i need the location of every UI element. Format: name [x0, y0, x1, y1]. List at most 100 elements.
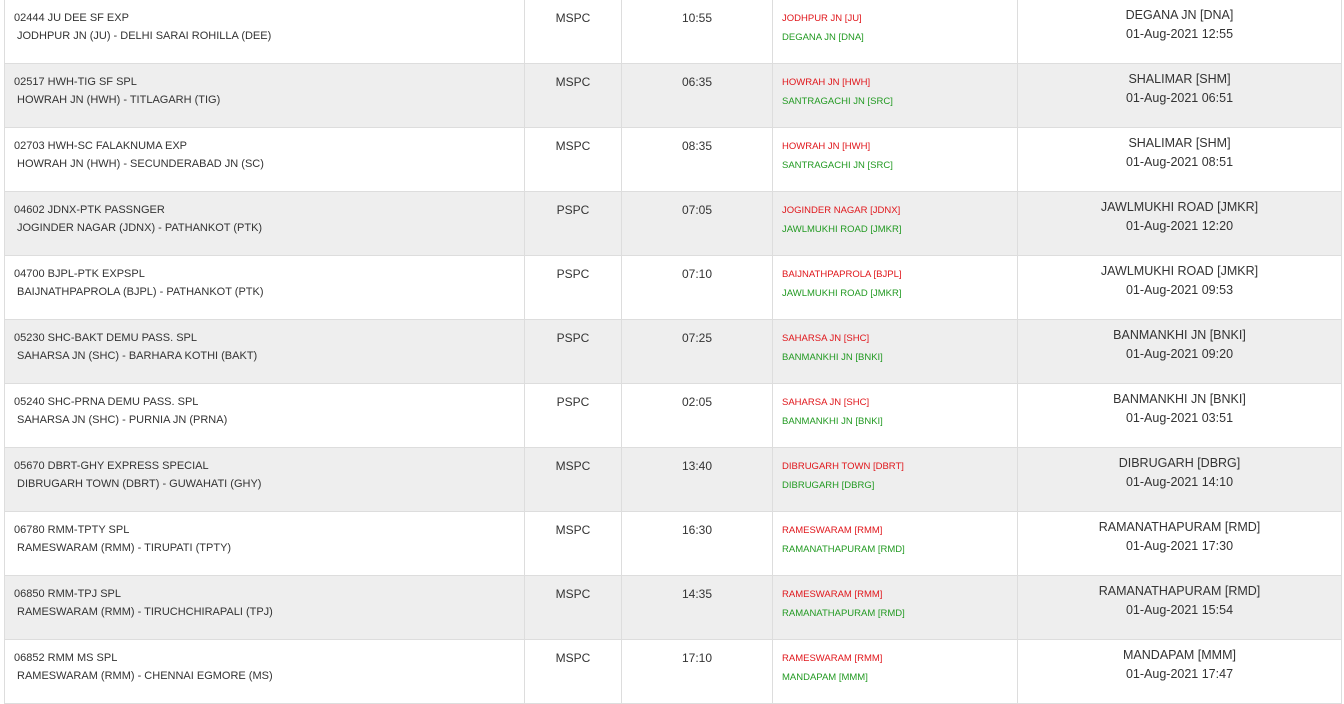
arrival-datetime: 01-Aug-2021 17:47 — [1125, 667, 1234, 681]
destination-station: BANMANKHI JN [BNKI] — [1113, 328, 1246, 342]
to-station: JAWLMUKHI ROAD [JMKR] — [782, 224, 902, 235]
from-station: JOGINDER NAGAR [JDNX] — [782, 205, 901, 216]
from-station: SAHARSA JN [SHC] — [782, 397, 870, 408]
table-row[interactable]: 04602 JDNX-PTK PASSNGER JOGINDER NAGAR (… — [4, 191, 1342, 256]
stations-cell: RAMESWARAM [RMM] MANDAPAM [MMM] — [772, 639, 1018, 704]
train-type: PSPC — [524, 319, 622, 384]
train-type: PSPC — [524, 191, 622, 256]
destination-cell: DEGANA JN [DNA] 01-Aug-2021 12:55 — [1017, 0, 1342, 64]
departure-time: 06:35 — [621, 63, 773, 128]
train-type: MSPC — [524, 639, 622, 704]
from-station: HOWRAH JN [HWH] — [782, 141, 871, 152]
train-name[interactable]: 04700 BJPL-PTK EXPSPL — [14, 265, 524, 283]
table-row[interactable]: 05230 SHC-BAKT DEMU PASS. SPL SAHARSA JN… — [4, 319, 1342, 384]
table-row[interactable]: 06852 RMM MS SPL RAMESWARAM (RMM) - CHEN… — [4, 639, 1342, 704]
train-route: SAHARSA JN (SHC) - BARHARA KOTHI (BAKT) — [17, 350, 258, 362]
to-station: DEGANA JN [DNA] — [782, 32, 864, 43]
destination-station: RAMANATHAPURAM [RMD] — [1098, 584, 1261, 598]
stations-cell: SAHARSA JN [SHC] BANMANKHI JN [BNKI] — [772, 383, 1018, 448]
train-type: MSPC — [524, 63, 622, 128]
stations-cell: BAIJNATHPAPROLA [BJPL] JAWLMUKHI ROAD [J… — [772, 255, 1018, 320]
train-route: SAHARSA JN (SHC) - PURNIA JN (PRNA) — [17, 414, 228, 426]
from-station: DIBRUGARH TOWN [DBRT] — [782, 461, 904, 472]
train-table-body: 02444 JU DEE SF EXP JODHPUR JN (JU) - DE… — [4, 0, 1342, 704]
train-route: DIBRUGARH TOWN (DBRT) - GUWAHATI (GHY) — [17, 478, 262, 490]
train-name[interactable]: 04602 JDNX-PTK PASSNGER — [14, 201, 524, 219]
to-station: SANTRAGACHI JN [SRC] — [782, 96, 893, 107]
train-type: MSPC — [524, 575, 622, 640]
to-station: DIBRUGARH [DBRG] — [782, 480, 875, 491]
stations-cell: HOWRAH JN [HWH] SANTRAGACHI JN [SRC] — [772, 63, 1018, 128]
destination-cell: BANMANKHI JN [BNKI] 01-Aug-2021 09:20 — [1017, 319, 1342, 384]
train-name[interactable]: 05240 SHC-PRNA DEMU PASS. SPL — [14, 393, 524, 411]
train-name[interactable]: 06852 RMM MS SPL — [14, 649, 524, 667]
from-station: BAIJNATHPAPROLA [BJPL] — [782, 269, 902, 280]
destination-cell: RAMANATHAPURAM [RMD] 01-Aug-2021 15:54 — [1017, 575, 1342, 640]
destination-station: DEGANA JN [DNA] — [1125, 8, 1234, 22]
to-station: SANTRAGACHI JN [SRC] — [782, 160, 893, 171]
table-row[interactable]: 02517 HWH-TIG SF SPL HOWRAH JN (HWH) - T… — [4, 63, 1342, 128]
from-station: RAMESWARAM [RMM] — [782, 525, 883, 536]
destination-cell: BANMANKHI JN [BNKI] 01-Aug-2021 03:51 — [1017, 383, 1342, 448]
train-route: HOWRAH JN (HWH) - SECUNDERABAD JN (SC) — [17, 158, 264, 170]
destination-cell: MANDAPAM [MMM] 01-Aug-2021 17:47 — [1017, 639, 1342, 704]
train-name[interactable]: 02703 HWH-SC FALAKNUMA EXP — [14, 137, 524, 155]
departure-time: 02:05 — [621, 383, 773, 448]
train-name[interactable]: 06780 RMM-TPTY SPL — [14, 521, 524, 539]
to-station: RAMANATHAPURAM [RMD] — [782, 608, 905, 619]
train-type: MSPC — [524, 511, 622, 576]
from-station: JODHPUR JN [JU] — [782, 13, 862, 24]
arrival-datetime: 01-Aug-2021 03:51 — [1125, 411, 1234, 425]
departure-time: 16:30 — [621, 511, 773, 576]
to-station: BANMANKHI JN [BNKI] — [782, 352, 883, 363]
departure-time: 07:25 — [621, 319, 773, 384]
train-name[interactable]: 05230 SHC-BAKT DEMU PASS. SPL — [14, 329, 524, 347]
arrival-datetime: 01-Aug-2021 15:54 — [1125, 603, 1234, 617]
destination-cell: SHALIMAR [SHM] 01-Aug-2021 08:51 — [1017, 127, 1342, 192]
train-name[interactable]: 02444 JU DEE SF EXP — [14, 9, 524, 27]
from-station: SAHARSA JN [SHC] — [782, 333, 870, 344]
to-station: BANMANKHI JN [BNKI] — [782, 416, 883, 427]
train-route: RAMESWARAM (RMM) - TIRUPATI (TPTY) — [17, 542, 232, 554]
train-route: RAMESWARAM (RMM) - CHENNAI EGMORE (MS) — [17, 670, 273, 682]
train-name[interactable]: 05670 DBRT-GHY EXPRESS SPECIAL — [14, 457, 524, 475]
table-row[interactable]: 06850 RMM-TPJ SPL RAMESWARAM (RMM) - TIR… — [4, 575, 1342, 640]
train-type: PSPC — [524, 383, 622, 448]
to-station: MANDAPAM [MMM] — [782, 672, 868, 683]
train-route: HOWRAH JN (HWH) - TITLAGARH (TIG) — [17, 94, 221, 106]
train-name[interactable]: 06850 RMM-TPJ SPL — [14, 585, 524, 603]
departure-time: 14:35 — [621, 575, 773, 640]
stations-cell: JODHPUR JN [JU] DEGANA JN [DNA] — [772, 0, 1018, 64]
train-route: BAIJNATHPAPROLA (BJPL) - PATHANKOT (PTK) — [17, 286, 264, 298]
table-row[interactable]: 06780 RMM-TPTY SPL RAMESWARAM (RMM) - TI… — [4, 511, 1342, 576]
train-type: MSPC — [524, 0, 622, 64]
arrival-datetime: 01-Aug-2021 17:30 — [1125, 539, 1234, 553]
to-station: JAWLMUKHI ROAD [JMKR] — [782, 288, 902, 299]
train-cell: 02703 HWH-SC FALAKNUMA EXP HOWRAH JN (HW… — [4, 127, 525, 192]
stations-cell: RAMESWARAM [RMM] RAMANATHAPURAM [RMD] — [772, 511, 1018, 576]
train-cell: 04700 BJPL-PTK EXPSPL BAIJNATHPAPROLA (B… — [4, 255, 525, 320]
train-cell: 04602 JDNX-PTK PASSNGER JOGINDER NAGAR (… — [4, 191, 525, 256]
train-cell: 05230 SHC-BAKT DEMU PASS. SPL SAHARSA JN… — [4, 319, 525, 384]
stations-cell: RAMESWARAM [RMM] RAMANATHAPURAM [RMD] — [772, 575, 1018, 640]
table-row[interactable]: 05670 DBRT-GHY EXPRESS SPECIAL DIBRUGARH… — [4, 447, 1342, 512]
destination-station: SHALIMAR [SHM] — [1128, 72, 1231, 86]
destination-station: JAWLMUKHI ROAD [JMKR] — [1100, 200, 1259, 214]
from-station: RAMESWARAM [RMM] — [782, 653, 883, 664]
table-row[interactable]: 02444 JU DEE SF EXP JODHPUR JN (JU) - DE… — [4, 0, 1342, 64]
train-name[interactable]: 02517 HWH-TIG SF SPL — [14, 73, 524, 91]
to-station: RAMANATHAPURAM [RMD] — [782, 544, 905, 555]
from-station: HOWRAH JN [HWH] — [782, 77, 871, 88]
train-cell: 05240 SHC-PRNA DEMU PASS. SPL SAHARSA JN… — [4, 383, 525, 448]
destination-station: MANDAPAM [MMM] — [1123, 648, 1236, 662]
table-row[interactable]: 05240 SHC-PRNA DEMU PASS. SPL SAHARSA JN… — [4, 383, 1342, 448]
arrival-datetime: 01-Aug-2021 09:53 — [1125, 283, 1234, 297]
table-row[interactable]: 04700 BJPL-PTK EXPSPL BAIJNATHPAPROLA (B… — [4, 255, 1342, 320]
destination-cell: SHALIMAR [SHM] 01-Aug-2021 06:51 — [1017, 63, 1342, 128]
train-cell: 06852 RMM MS SPL RAMESWARAM (RMM) - CHEN… — [4, 639, 525, 704]
departure-time: 07:10 — [621, 255, 773, 320]
table-row[interactable]: 02703 HWH-SC FALAKNUMA EXP HOWRAH JN (HW… — [4, 127, 1342, 192]
arrival-datetime: 01-Aug-2021 12:55 — [1125, 27, 1234, 41]
destination-station: JAWLMUKHI ROAD [JMKR] — [1100, 264, 1259, 278]
departure-time: 13:40 — [621, 447, 773, 512]
